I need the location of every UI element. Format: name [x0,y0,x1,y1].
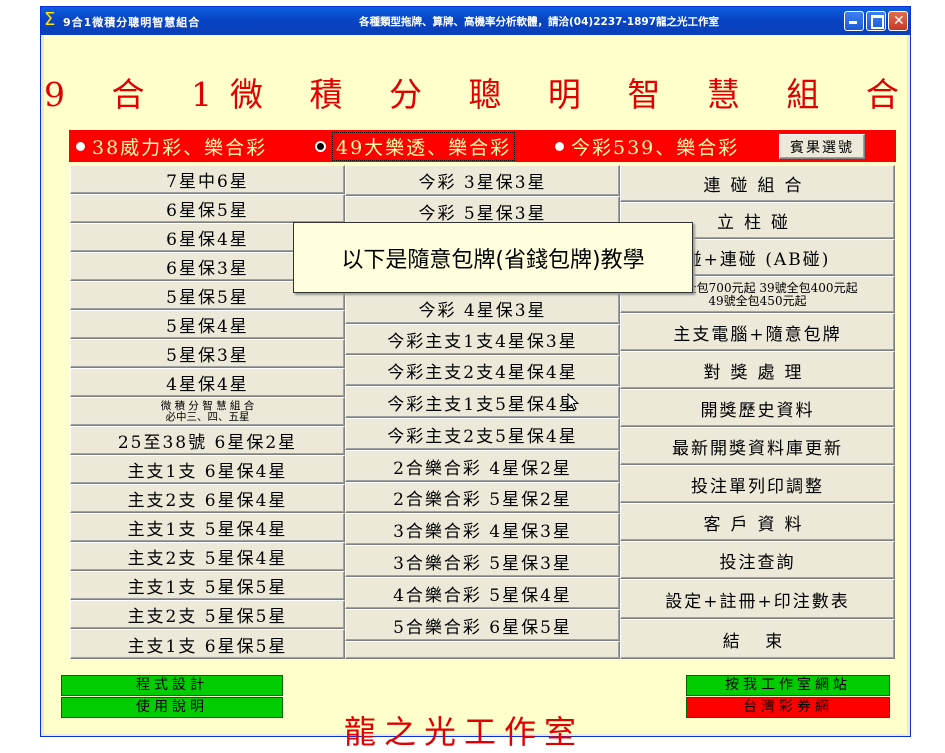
col2-button[interactable]: 2合樂合彩 5星保2星 [345,482,620,513]
close-button[interactable]: ✕ [888,11,908,31]
instructions-button[interactable]: 使用說明 [61,697,283,718]
radio-dot-icon [317,142,324,150]
title-bar[interactable]: Σ 9合1微積分聰明智慧組合 各種類型拖牌、算牌、高機率分析軟體，請洽(04)2… [41,7,910,35]
col2-button[interactable]: 4合樂合彩 5星保4星 [345,577,620,609]
button-line: 微 積 分 智 慧 組 合 [160,399,255,412]
window-subtitle: 各種類型拖牌、算牌、高機率分析軟體，請洽(04)2237-1897龍之光工作室 [359,16,720,28]
draw-history-button[interactable]: 開獎歷史資料 [620,389,895,427]
radio-539-lottery[interactable]: 今彩539、樂合彩 [556,135,740,159]
col2-button[interactable]: 3合樂合彩 4星保3星 [345,513,620,545]
col1-button[interactable]: 主支2支 5星保5星 [70,600,345,629]
exit-button[interactable]: 結 束 [620,619,895,659]
studio-name: 龍之光工作室 [344,713,585,751]
main-window: Σ 9合1微積分聰明智慧組合 各種類型拖牌、算牌、高機率分析軟體，請洽(04)2… [40,6,917,751]
window-title: 9合1微積分聰明智慧組合 [63,16,201,29]
button-line: 49號全包450元起 [708,293,807,308]
col1-button[interactable]: 4星保4星 [70,368,345,397]
prize-check-button[interactable]: 對獎處理 [620,351,895,389]
print-adjust-button[interactable]: 投注單列印調整 [620,465,895,503]
lottery-type-bar: 38威力彩、樂合彩 49大樂透、樂合彩 今彩539、樂合彩 賓果選號 [69,130,896,162]
studio-website-button[interactable]: 按我工作室網站 [686,675,890,696]
main-pick-random-button[interactable]: 主支電腦+隨意包牌 [620,313,895,351]
col2-button[interactable]: 今彩主支2支4星保4星 [345,355,620,386]
bet-query-button[interactable]: 投注查詢 [620,541,895,579]
col1-button[interactable]: 主支2支 5星保4星 [70,542,345,571]
client-area: 9 合 1微 積 分 聰 明 智 慧 組 合 38威力彩、樂合彩 49大樂透、樂… [44,35,917,751]
combo-button[interactable]: 連碰組合 [620,165,895,202]
col2-button[interactable]: 今彩 4星保3星 [345,293,620,324]
col2-filler [345,641,620,659]
col1-button[interactable]: 7星中6星 [70,165,345,194]
col1-button[interactable]: 主支1支 5星保4星 [70,513,345,542]
bingo-pick-button[interactable]: 賓果選號 [779,134,865,159]
radio-label: 49大樂透、樂合彩 [332,131,516,161]
radio-label: 38威力彩、樂合彩 [92,136,268,159]
taiwan-lottery-button[interactable]: 台灣彩券網 [686,697,890,718]
col1-button[interactable]: 主支1支 6星保4星 [70,455,345,484]
close-icon: ✕ [893,13,905,29]
col2-button[interactable]: 5合樂合彩 6星保5星 [345,609,620,641]
col1-button[interactable]: 主支1支 5星保5星 [70,571,345,600]
radio-49-lottery[interactable]: 49大樂透、樂合彩 [317,131,516,161]
page-title: 9 合 1微 積 分 聰 明 智 慧 組 合 [44,75,917,114]
customer-data-button[interactable]: 客戶資料 [620,503,895,541]
col1-button[interactable]: 主支2支 6星保4星 [70,484,345,513]
col1-button[interactable]: 25至38號 6星保2星 [70,426,345,455]
col1-button[interactable]: 主支1支 6星保5星 [70,629,345,659]
radio-38-lottery[interactable]: 38威力彩、樂合彩 [77,135,268,159]
sigma-icon: Σ [44,9,56,30]
col2-button[interactable]: 3合樂合彩 5星保3星 [345,545,620,577]
radio-label: 今彩539、樂合彩 [571,136,740,159]
col1-button[interactable]: 6星保5星 [70,194,345,223]
mouse-cursor-icon [567,393,579,411]
calculus-combo-button[interactable]: 微 積 分 智 慧 組 合 必中三、四、五星 [70,397,345,426]
col1-button[interactable]: 5星保4星 [70,310,345,339]
maximize-button[interactable] [866,11,886,31]
radio-dot-icon [556,142,563,150]
minimize-button[interactable] [844,11,864,31]
radio-dot-icon [77,142,84,150]
col2-button[interactable]: 今彩主支1支4星保3星 [345,324,620,355]
minimize-icon [849,21,857,24]
button-line: 必中三、四、五星 [165,410,250,423]
settings-register-button[interactable]: 設定+註冊+印注數表 [620,579,895,619]
col1-button[interactable]: 5星保3星 [70,339,345,368]
maximize-icon [871,15,884,29]
col2-button[interactable]: 2合樂合彩 4星保2星 [345,450,620,482]
program-design-button[interactable]: 程式設計 [61,675,283,696]
database-update-button[interactable]: 最新開獎資料庫更新 [620,427,895,465]
col2-button[interactable]: 今彩主支2支5星保4星 [345,418,620,450]
col2-button[interactable]: 今彩 3星保3星 [345,165,620,196]
tutorial-tooltip: 以下是隨意包牌(省錢包牌)教學 [293,222,693,293]
